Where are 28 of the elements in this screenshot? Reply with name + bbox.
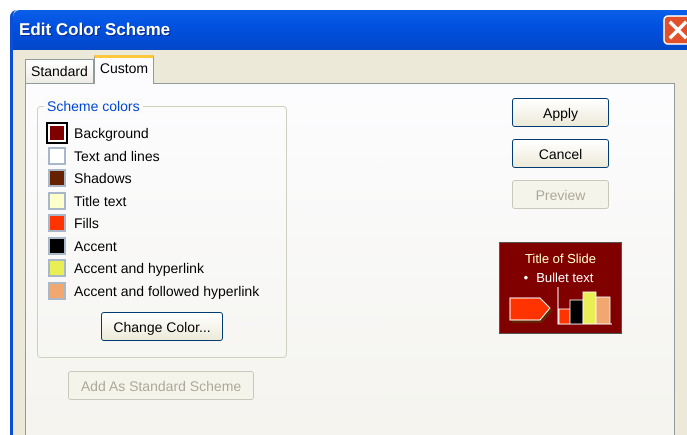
slide-title: Title of Slide	[524, 251, 596, 266]
color-label[interactable]: Text and lines	[74, 148, 160, 164]
color-label[interactable]: Background	[74, 125, 149, 142]
color-label[interactable]: Title text	[74, 192, 126, 209]
color-swatch[interactable]	[48, 192, 66, 210]
color-swatch[interactable]	[48, 214, 66, 232]
dialog-button[interactable]: Cancel	[512, 139, 609, 168]
color-swatch[interactable]	[48, 282, 66, 300]
color-label[interactable]: Shadows	[74, 170, 132, 186]
color-label[interactable]: Accent	[74, 238, 117, 254]
window-title: Edit Color Scheme	[19, 20, 172, 40]
color-swatch[interactable]	[48, 169, 66, 188]
group-title: Scheme colors	[44, 98, 143, 114]
bar-chart-icon	[556, 287, 612, 325]
color-label[interactable]: Accent and followed hyperlink	[74, 282, 260, 299]
dialog-button[interactable]: Apply	[512, 98, 609, 127]
change-color-button[interactable]: Change Color...	[101, 312, 223, 341]
color-swatch[interactable]	[48, 259, 66, 278]
arrow-shape-icon	[508, 295, 554, 325]
color-label[interactable]: Fills	[74, 215, 99, 232]
tab[interactable]: Custom	[94, 55, 154, 84]
color-label[interactable]: Accent and hyperlink	[74, 260, 204, 276]
close-icon[interactable]	[663, 15, 687, 45]
tab[interactable]: Standard	[25, 59, 94, 83]
color-swatch[interactable]	[48, 236, 66, 255]
bullet-text: Bullet text	[536, 270, 594, 285]
color-swatch[interactable]	[48, 146, 66, 165]
bullet-mark: •	[524, 270, 528, 285]
